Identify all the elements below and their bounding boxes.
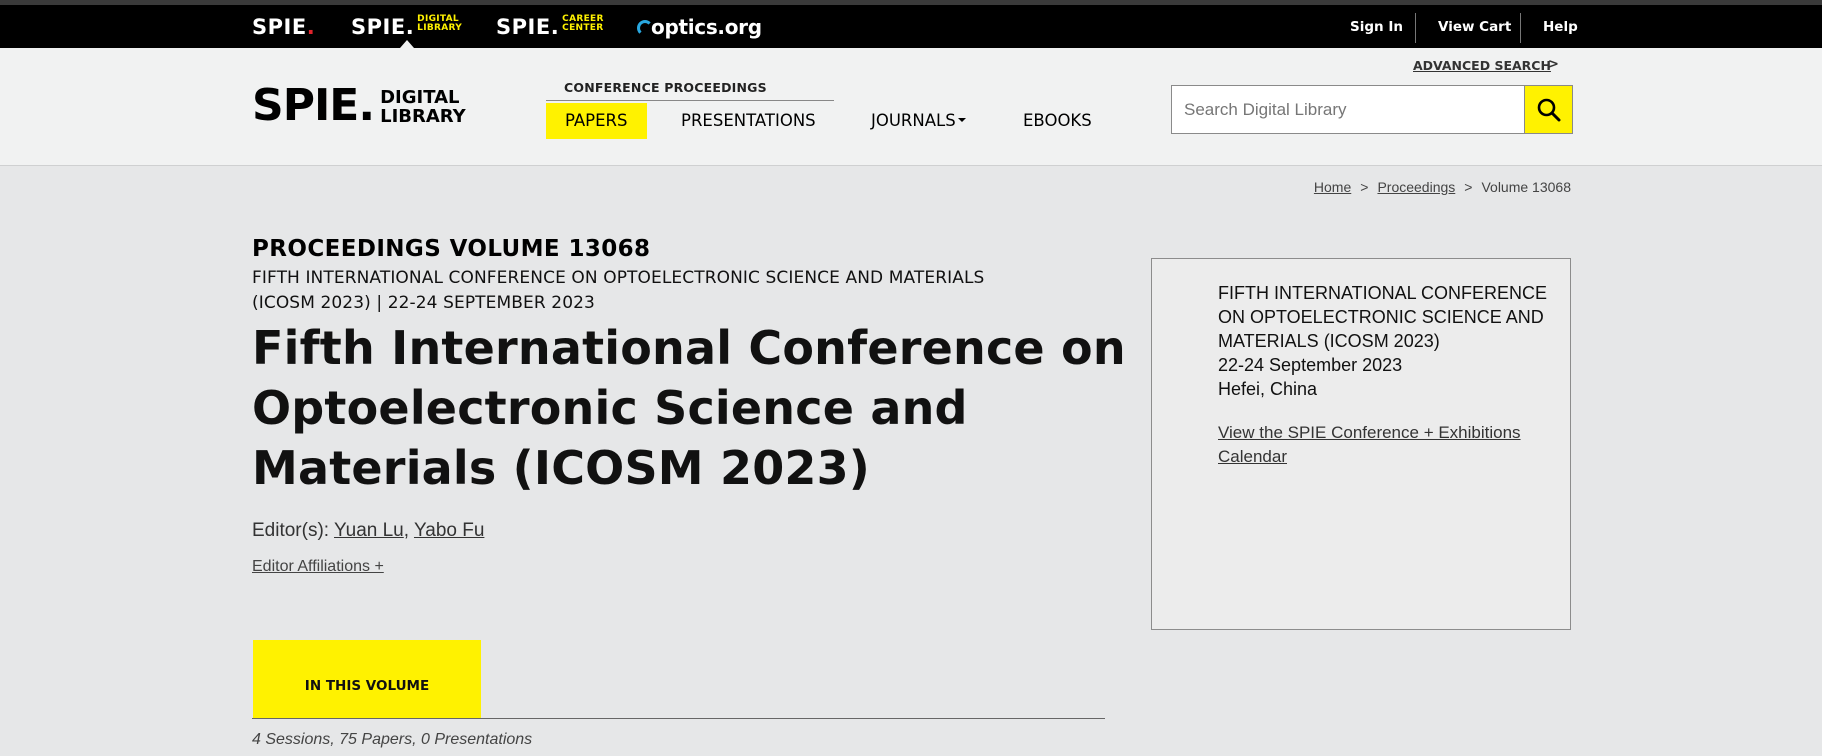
spie-digital-library-brand-link[interactable]: SPIE. DIGITAL LIBRARY xyxy=(351,15,462,40)
info-line-2: ON OPTOELECTRONIC SCIENCE AND xyxy=(1218,307,1544,327)
advanced-search-link[interactable]: ADVANCED SEARCH xyxy=(1413,58,1551,73)
divider xyxy=(1520,13,1521,43)
editor-affiliations-toggle[interactable]: Editor Affiliations + xyxy=(252,558,384,576)
title-line-1: Fifth International Conference on xyxy=(252,321,1126,375)
title-line-2: Optoelectronic Science and xyxy=(252,381,968,435)
editors-label: Editor(s): xyxy=(252,520,330,541)
conference-line-1: FIFTH INTERNATIONAL CONFERENCE ON OPTOEL… xyxy=(252,268,985,288)
search-icon xyxy=(1537,98,1561,122)
search-button[interactable] xyxy=(1524,85,1573,134)
view-cart-link[interactable]: View Cart xyxy=(1438,19,1511,35)
nav-journals-label: JOURNALS xyxy=(871,111,956,130)
divider xyxy=(546,100,834,101)
divider xyxy=(252,718,1105,719)
conference-line-2: (ICOSM 2023) | 22-24 SEPTEMBER 2023 xyxy=(252,293,595,313)
breadcrumb-home[interactable]: Home xyxy=(1314,179,1351,195)
chevron-down-icon xyxy=(957,118,966,122)
editor-link-yuan-lu[interactable]: Yuan Lu xyxy=(334,520,404,541)
breadcrumb-separator: > xyxy=(1464,179,1473,195)
breadcrumb-separator: > xyxy=(1360,179,1369,195)
conference-info-box: FIFTH INTERNATIONAL CONFERENCE ON OPTOEL… xyxy=(1151,258,1571,630)
top-bar: SPIE. SPIE. DIGITAL LIBRARY SPIE. CAREER CEN… xyxy=(0,0,1822,48)
volume-label: PROCEEDINGS VOLUME 13068 xyxy=(252,236,651,262)
conference-dates: 22-24 September 2023 xyxy=(1218,355,1403,375)
conference-proceedings-label: CONFERENCE PROCEEDINGS xyxy=(564,80,767,95)
conference-calendar-link[interactable]: View the SPIE Conference + Exhibitions C… xyxy=(1218,421,1538,469)
site-header: SPIE. DIGITAL LIBRARY CONFERENCE PROCEEDIN… xyxy=(0,48,1822,166)
nav-journals[interactable]: JOURNALS xyxy=(871,103,966,139)
volume-counts: 4 Sessions, 75 Papers, 0 Presentations xyxy=(252,731,533,748)
editors: Editor(s): Yuan Lu, Yabo Fu xyxy=(252,520,484,542)
tab-in-this-volume[interactable]: IN THIS VOLUME xyxy=(253,640,481,718)
breadcrumb-proceedings[interactable]: Proceedings xyxy=(1377,179,1455,195)
active-brand-indicator xyxy=(400,40,414,48)
conference-info: FIFTH INTERNATIONAL CONFERENCE ON OPTOEL… xyxy=(1218,281,1558,401)
spie-digital-library-logo[interactable]: SPIE. DIGITAL LIBRARY xyxy=(252,84,466,128)
spie-career-center-brand-link[interactable]: SPIE. CAREER CENTER xyxy=(496,15,604,40)
info-line-3: MATERIALS (ICOSM 2023) xyxy=(1218,331,1440,351)
nav-presentations[interactable]: PRESENTATIONS xyxy=(681,103,816,139)
nav-ebooks[interactable]: EBOOKS xyxy=(1023,103,1092,139)
conference-subtitle: FIFTH INTERNATIONAL CONFERENCE ON OPTOEL… xyxy=(252,266,1112,316)
search-input[interactable] xyxy=(1171,85,1525,134)
advanced-search-arrow: > xyxy=(1548,57,1559,72)
optics-org-brand-link[interactable]: optics.org xyxy=(637,15,762,39)
sign-in-link[interactable]: Sign In xyxy=(1350,19,1403,35)
spie-brand-link[interactable]: SPIE. xyxy=(252,15,315,39)
editor-link-yabo-fu[interactable]: Yabo Fu xyxy=(414,520,484,541)
divider xyxy=(1415,13,1416,43)
info-line-1: FIFTH INTERNATIONAL CONFERENCE xyxy=(1218,283,1548,303)
title-line-3: Materials (ICOSM 2023) xyxy=(252,441,871,495)
page-title: Fifth International Conference on Optoel… xyxy=(252,318,1132,498)
editor-separator: , xyxy=(403,520,410,541)
help-link[interactable]: Help xyxy=(1543,19,1578,35)
nav-papers[interactable]: PAPERS xyxy=(546,103,647,139)
conference-location: Hefei, China xyxy=(1218,379,1318,399)
breadcrumb: Home > Proceedings > Volume 13068 xyxy=(1314,179,1571,195)
breadcrumb-current: Volume 13068 xyxy=(1481,179,1571,195)
